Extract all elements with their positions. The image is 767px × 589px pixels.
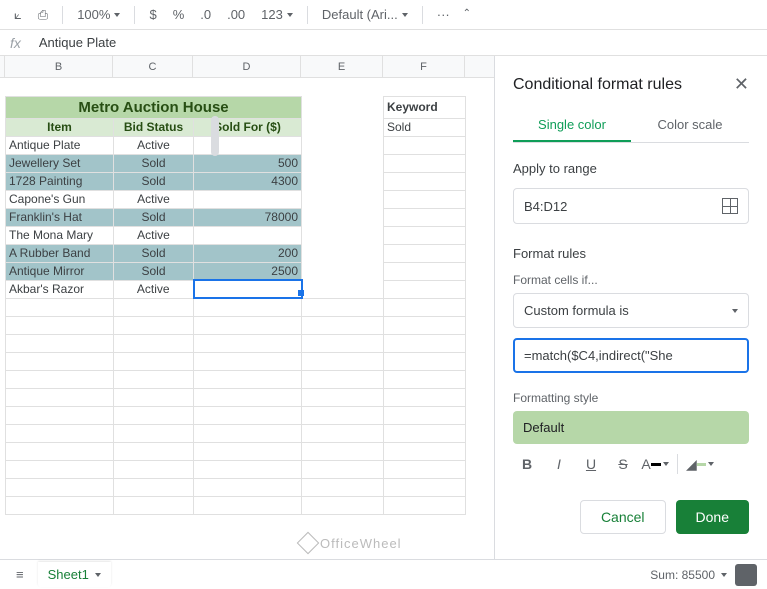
fx-value[interactable]: Antique Plate	[39, 35, 116, 50]
collapse-toolbar-icon[interactable]: ⌃	[463, 8, 471, 19]
panel-title: Conditional format rules	[513, 76, 682, 94]
conditional-format-panel: Conditional format rules ✕ Single color …	[494, 56, 767, 559]
keyword-label[interactable]: Keyword	[384, 96, 466, 118]
strikethrough-button[interactable]: S	[609, 450, 637, 478]
cell-price[interactable]: 500	[194, 154, 302, 172]
close-icon[interactable]: ✕	[734, 74, 749, 95]
fx-label: fx	[10, 35, 21, 51]
keyword-value[interactable]: Sold	[384, 118, 466, 136]
scrollbar-thumb[interactable]	[211, 116, 219, 156]
formatting-style-label: Formatting style	[513, 391, 749, 405]
sheet-tab[interactable]: Sheet1	[38, 562, 111, 587]
col-header-c[interactable]: C	[113, 56, 193, 77]
font-select[interactable]: Default (Ari...	[316, 3, 414, 26]
table-title[interactable]: Metro Auction House	[6, 96, 302, 118]
table-row[interactable]: Capone's GunActive	[6, 190, 466, 208]
cell-status[interactable]: Active	[114, 280, 194, 298]
decrease-decimal[interactable]: .0	[194, 3, 217, 26]
spreadsheet-grid[interactable]: B C D E F Metro Auction House Keyword It…	[0, 56, 494, 559]
cell-item[interactable]: Akbar's Razor	[6, 280, 114, 298]
column-headers: B C D E F	[0, 56, 494, 78]
cell-price[interactable]: 78000	[194, 208, 302, 226]
table-row[interactable]: Jewellery SetSold500	[6, 154, 466, 172]
col-header-b[interactable]: B	[5, 56, 113, 77]
cell-item[interactable]: Antique Plate	[6, 136, 114, 154]
bold-button[interactable]: B	[513, 450, 541, 478]
chevron-down-icon	[732, 309, 738, 313]
fill-color-button[interactable]: ◢	[686, 450, 714, 478]
cell-price[interactable]: 2500	[194, 262, 302, 280]
table-row[interactable]: Franklin's HatSold78000	[6, 208, 466, 226]
style-preview[interactable]: Default	[513, 411, 749, 444]
selection-handle[interactable]	[298, 290, 304, 296]
cell-status[interactable]: Sold	[114, 244, 194, 262]
cell-price[interactable]	[194, 280, 302, 298]
cell-item[interactable]: Capone's Gun	[6, 190, 114, 208]
col-header-d[interactable]: D	[193, 56, 301, 77]
table-row[interactable]: Antique PlateActive	[6, 136, 466, 154]
table-row[interactable]: 1728 PaintingSold4300	[6, 172, 466, 190]
cell-item[interactable]: A Rubber Band	[6, 244, 114, 262]
format-percent[interactable]: %	[167, 3, 191, 26]
panel-tabs: Single color Color scale	[513, 109, 749, 143]
cell-status[interactable]: Sold	[114, 172, 194, 190]
header-item[interactable]: Item	[6, 118, 114, 136]
format-cells-if-label: Format cells if...	[513, 273, 749, 287]
explore-icon[interactable]	[735, 564, 757, 586]
col-header-f[interactable]: F	[383, 56, 465, 77]
print-icon[interactable]: ⎙	[32, 3, 54, 27]
cell-item[interactable]: The Mona Mary	[6, 226, 114, 244]
cell-price[interactable]	[194, 190, 302, 208]
tab-single-color[interactable]: Single color	[513, 109, 631, 142]
text-color-button[interactable]: A	[641, 450, 669, 478]
format-currency[interactable]: $	[143, 3, 162, 26]
cell-status[interactable]: Sold	[114, 208, 194, 226]
header-bid-status[interactable]: Bid Status	[114, 118, 194, 136]
underline-button[interactable]: U	[577, 450, 605, 478]
style-toolbar: B I U S A ◢	[513, 450, 749, 478]
status-sum[interactable]: Sum: 85500	[650, 568, 727, 582]
increase-decimal[interactable]: .00	[221, 3, 251, 26]
cell-item[interactable]: Antique Mirror	[6, 262, 114, 280]
apply-to-range-label: Apply to range	[513, 161, 749, 176]
cell-status[interactable]: Active	[114, 226, 194, 244]
cell-status[interactable]: Active	[114, 190, 194, 208]
cell-price[interactable]: 4300	[194, 172, 302, 190]
cell-status[interactable]: Active	[114, 136, 194, 154]
data-table: Metro Auction House Keyword Item Bid Sta…	[5, 78, 466, 515]
cell-price[interactable]	[194, 226, 302, 244]
table-row[interactable]: Antique MirrorSold2500	[6, 262, 466, 280]
cell-item[interactable]: Jewellery Set	[6, 154, 114, 172]
range-input[interactable]: B4:D12	[513, 188, 749, 224]
paint-format-icon[interactable]: ⟀	[8, 3, 28, 27]
cell-status[interactable]: Sold	[114, 154, 194, 172]
watermark: OfficeWheel	[300, 535, 402, 551]
all-sheets-icon[interactable]: ≡	[10, 563, 30, 586]
table-row[interactable]: The Mona MaryActive	[6, 226, 466, 244]
cancel-button[interactable]: Cancel	[580, 500, 666, 534]
formula-bar[interactable]: fx Antique Plate	[0, 30, 767, 56]
toolbar: ⟀ ⎙ 100% $ % .0 .00 123 Default (Ari... …	[0, 0, 767, 30]
table-row[interactable]: Akbar's RazorActive	[6, 280, 466, 298]
table-row[interactable]: A Rubber BandSold200	[6, 244, 466, 262]
format-rules-label: Format rules	[513, 246, 749, 261]
cell-price[interactable]	[194, 136, 302, 154]
cell-item[interactable]: Franklin's Hat	[6, 208, 114, 226]
footer: ≡ Sheet1 Sum: 85500	[0, 559, 767, 589]
zoom-select[interactable]: 100%	[71, 3, 126, 26]
formula-input[interactable]: =match($C4,indirect("She	[513, 338, 749, 373]
select-range-icon[interactable]	[722, 198, 738, 214]
done-button[interactable]: Done	[676, 500, 749, 534]
cell-item[interactable]: 1728 Painting	[6, 172, 114, 190]
toolbar-more[interactable]: ···	[431, 3, 456, 26]
col-header-e[interactable]: E	[301, 56, 383, 77]
tab-color-scale[interactable]: Color scale	[631, 109, 749, 142]
watermark-icon	[297, 532, 320, 555]
more-formats[interactable]: 123	[255, 3, 299, 26]
italic-button[interactable]: I	[545, 450, 573, 478]
cell-status[interactable]: Sold	[114, 262, 194, 280]
header-sold-for[interactable]: Sold For ($)	[194, 118, 302, 136]
cell-price[interactable]: 200	[194, 244, 302, 262]
condition-select[interactable]: Custom formula is	[513, 293, 749, 328]
